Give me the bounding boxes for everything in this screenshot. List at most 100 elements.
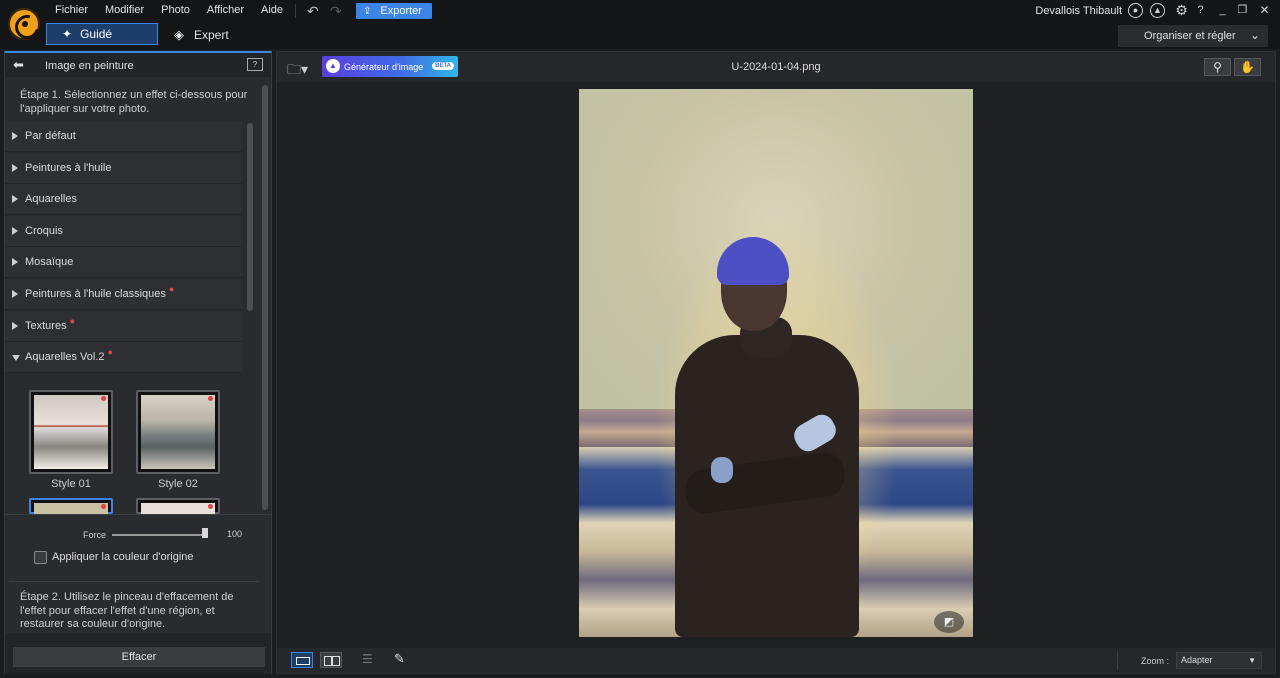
- image-generator-label: Générateur d'image: [344, 61, 424, 72]
- panel-title: Image en peinture: [45, 60, 134, 72]
- photo-canvas[interactable]: ◩: [579, 89, 973, 637]
- undo-icon[interactable]: ↶: [307, 3, 319, 20]
- panel-footer: Effacer: [5, 633, 271, 674]
- zoom-select[interactable]: Adapter ▼: [1176, 652, 1262, 669]
- force-value: 100: [227, 529, 243, 539]
- new-badge-icon: ●: [69, 316, 76, 326]
- style-02-thumbnail[interactable]: [136, 390, 220, 474]
- panel-header: ⬅ Image en peinture ?: [5, 53, 271, 77]
- compare-view-button[interactable]: [320, 652, 342, 668]
- force-label: Force: [83, 530, 107, 540]
- back-arrow-icon[interactable]: ⬅: [13, 57, 24, 73]
- mode-bar: ✦ Guidé ◈ Expert Organiser et régler ⌄: [0, 22, 1280, 49]
- force-slider[interactable]: [112, 534, 208, 536]
- zoom-tool-icon[interactable]: ⚲: [1204, 58, 1231, 76]
- tab-expert-label: Expert: [194, 28, 229, 42]
- zoom-value: Adapter: [1181, 655, 1213, 665]
- menu-bar: Fichier Modifier Photo Afficher Aide: [55, 4, 300, 16]
- force-slider-handle[interactable]: [202, 528, 208, 538]
- category-label: Croquis: [25, 225, 63, 237]
- hand-tool-icon[interactable]: ✋: [1234, 58, 1261, 76]
- redo-icon[interactable]: ↷: [330, 3, 342, 20]
- image-generator-icon: ▲: [326, 59, 340, 73]
- category-label: Mosaïque: [25, 256, 74, 268]
- new-badge-icon: ●: [168, 284, 175, 294]
- category-peintures-huile[interactable]: Peintures à l'huile: [5, 153, 242, 184]
- effect-panel: ⬅ Image en peinture ? Étape 1. Sélection…: [4, 51, 272, 674]
- compare-badge-icon[interactable]: ◩: [934, 611, 964, 633]
- category-label: Textures: [25, 320, 67, 332]
- style-01-thumbnail[interactable]: [29, 390, 113, 474]
- category-scrollbar[interactable]: [247, 123, 253, 311]
- panel-help-icon[interactable]: ?: [247, 58, 263, 71]
- tab-expert[interactable]: ◈ Expert: [174, 27, 229, 43]
- expand-arrow-icon: [12, 322, 18, 330]
- layers-icon[interactable]: ☰: [362, 652, 373, 666]
- close-icon[interactable]: ✕: [1257, 3, 1272, 18]
- zoom-label: Zoom :: [1141, 656, 1170, 666]
- menu-photo[interactable]: Photo: [161, 4, 190, 16]
- collapse-arrow-icon: [12, 355, 20, 361]
- notification-icon[interactable]: ▲: [1150, 3, 1165, 18]
- category-aquarelles[interactable]: Aquarelles: [5, 184, 242, 215]
- chevron-down-icon: ⌄: [1249, 28, 1260, 42]
- expand-arrow-icon: [12, 132, 18, 140]
- help-icon[interactable]: ?: [1193, 3, 1208, 18]
- category-mosaique[interactable]: Mosaïque: [5, 247, 242, 278]
- style-01-label: Style 01: [51, 478, 91, 490]
- new-badge-icon: [208, 504, 213, 509]
- menu-afficher[interactable]: Afficher: [207, 4, 244, 16]
- category-label: Peintures à l'huile classiques: [25, 288, 166, 300]
- tab-guide[interactable]: ✦ Guidé: [46, 23, 158, 45]
- expand-arrow-icon: [12, 290, 18, 298]
- title-bar: Fichier Modifier Photo Afficher Aide ↶ ↷…: [0, 0, 1280, 22]
- settings-gear-icon[interactable]: ⚙: [1174, 3, 1189, 18]
- folder-icon[interactable]: 🗀▾: [287, 59, 308, 83]
- category-label: Par défaut: [25, 130, 76, 142]
- new-badge-icon: [208, 396, 213, 401]
- category-label: Aquarelles Vol.2: [25, 351, 105, 363]
- workspace: U-2024-01-04.png 🗀▾ ▲ Générateur d'image…: [276, 51, 1276, 674]
- category-label: Peintures à l'huile: [25, 162, 112, 174]
- upload-icon: ⇪: [363, 5, 372, 17]
- style-03-thumbnail[interactable]: [29, 498, 113, 515]
- origin-color-label[interactable]: Appliquer la couleur d'origine: [52, 551, 194, 563]
- expand-arrow-icon: [12, 258, 18, 266]
- category-par-defaut[interactable]: Par défaut: [5, 121, 242, 152]
- menu-modifier[interactable]: Modifier: [105, 4, 144, 16]
- new-badge-icon: ●: [107, 347, 113, 357]
- menu-divider: [295, 4, 296, 18]
- organize-label: Organiser et régler: [1144, 30, 1236, 42]
- category-croquis[interactable]: Croquis: [5, 216, 242, 247]
- export-button[interactable]: ⇪ Exporter: [356, 3, 432, 19]
- origin-color-checkbox[interactable]: [34, 551, 47, 564]
- category-textures[interactable]: Textures ●: [5, 311, 242, 342]
- minimize-icon[interactable]: _: [1215, 3, 1230, 18]
- menu-aide[interactable]: Aide: [261, 4, 283, 16]
- organize-dropdown[interactable]: Organiser et régler ⌄: [1118, 25, 1268, 47]
- eraser-brush-icon[interactable]: ✎: [394, 651, 405, 667]
- image-generator-button[interactable]: ▲ Générateur d'image BETA: [322, 56, 458, 77]
- category-aquarelles-vol2[interactable]: Aquarelles Vol.2 ●: [5, 342, 242, 373]
- layers-icon: ◈: [174, 27, 184, 42]
- single-view-button[interactable]: [291, 652, 313, 668]
- category-peintures-huile-classiques[interactable]: Peintures à l'huile classiques ●: [5, 279, 242, 310]
- divider: [9, 581, 259, 582]
- menu-fichier[interactable]: Fichier: [55, 4, 88, 16]
- workspace-toolbar: U-2024-01-04.png 🗀▾ ▲ Générateur d'image…: [277, 52, 1275, 82]
- panel-scrollbar[interactable]: [262, 85, 268, 510]
- workspace-bottom-bar: ☰ ✎ Zoom : Adapter ▼: [277, 648, 1275, 673]
- style-04-thumbnail[interactable]: [136, 498, 220, 515]
- account-icon[interactable]: ●: [1128, 3, 1143, 18]
- expand-arrow-icon: [12, 195, 18, 203]
- expand-arrow-icon: [12, 164, 18, 172]
- erase-button[interactable]: Effacer: [13, 647, 265, 667]
- export-label: Exporter: [380, 5, 422, 17]
- restore-icon[interactable]: ❐: [1235, 3, 1250, 18]
- user-name[interactable]: Devallois Thibault: [1035, 5, 1122, 17]
- expand-arrow-icon: [12, 227, 18, 235]
- step2-instructions: Étape 2. Utilisez le pinceau d'effacemen…: [20, 591, 234, 630]
- effect-settings: Force 100 Appliquer la couleur d'origine: [5, 514, 271, 584]
- style-02-label: Style 02: [158, 478, 198, 490]
- category-label: Aquarelles: [25, 193, 77, 205]
